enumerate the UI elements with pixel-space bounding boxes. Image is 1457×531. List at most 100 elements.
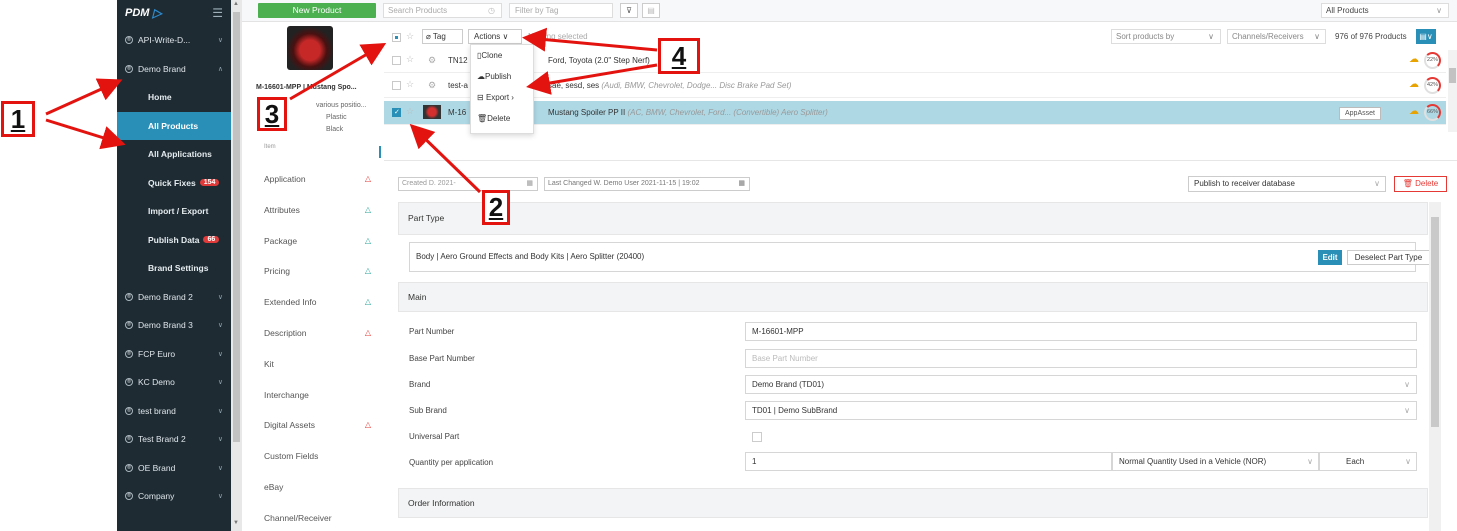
- star-icon[interactable]: ☆: [406, 79, 414, 90]
- tab-channel-receiver[interactable]: Channel/Receiver: [242, 503, 379, 531]
- chevron-down-icon[interactable]: ∨: [218, 36, 223, 44]
- tab-description[interactable]: Description △: [242, 318, 379, 348]
- sidebar-item-company[interactable]: ® Company ∨: [117, 482, 231, 511]
- detail-scrollbar[interactable]: [1429, 202, 1441, 531]
- chevron-down-icon[interactable]: ∨: [218, 464, 223, 472]
- sidebar-item-kc-demo[interactable]: ® KC Demo ∨: [117, 368, 231, 397]
- sidebar-item-all-applications[interactable]: All Applications: [117, 140, 231, 169]
- quantity-type-select[interactable]: Normal Quantity Used in a Vehicle (NOR) ∨: [1112, 452, 1319, 471]
- sidebar-scroll-thumb[interactable]: [233, 12, 240, 442]
- actions-button[interactable]: Actions ∨: [468, 29, 522, 44]
- list-scroll-thumb[interactable]: [1449, 68, 1456, 83]
- chevron-down-icon[interactable]: ∨: [218, 378, 223, 386]
- cloud-icon[interactable]: ☁: [1409, 79, 1419, 90]
- pdm-logo[interactable]: PDM ▷: [125, 6, 162, 20]
- new-product-button[interactable]: New Product: [258, 3, 376, 18]
- chevron-down-icon[interactable]: ∨: [218, 435, 223, 443]
- sidebar-item-import-export[interactable]: Import / Export: [117, 197, 231, 226]
- tab-extended-info[interactable]: Extended Info △: [242, 287, 379, 317]
- tab-item[interactable]: Item: [242, 141, 379, 153]
- cloud-icon[interactable]: ☁: [1409, 54, 1419, 65]
- product-row[interactable]: ☆ ⚙ TN12 Ford, Toyota (2.0" Step Nerf) ☁ 22%: [384, 49, 1446, 73]
- search-products-input[interactable]: Search Products ◷: [383, 3, 502, 18]
- part-number-input[interactable]: M-16601-MPP: [745, 322, 1417, 341]
- history-icon[interactable]: ◷: [488, 4, 495, 17]
- row-checkbox[interactable]: [392, 81, 401, 90]
- row-checkbox[interactable]: [392, 56, 401, 65]
- sidebar-item-oe-brand[interactable]: ® OE Brand ∨: [117, 454, 231, 483]
- sidebar-item-publish-data[interactable]: Publish Data 66: [117, 226, 231, 255]
- filter-by-tag-input[interactable]: Filter by Tag: [509, 3, 613, 18]
- menu-item-publish[interactable]: ☁Publish: [471, 66, 533, 87]
- tab-custom-fields[interactable]: Custom Fields: [242, 441, 379, 471]
- sidebar-item-fcp-euro[interactable]: ® FCP Euro ∨: [117, 340, 231, 369]
- product-row[interactable]: ☆ M-16 Mustang Spoiler PP II (AC, BMW, Che…: [384, 101, 1446, 125]
- sidebar-item-demo-brand-2[interactable]: ® Demo Brand 2 ∨: [117, 283, 231, 312]
- sidebar-item-demo-brand[interactable]: ® Demo Brand ∧: [117, 55, 231, 84]
- chevron-down-icon[interactable]: ∨: [218, 321, 223, 329]
- universal-part-checkbox[interactable]: [752, 432, 762, 442]
- tab-digital-assets[interactable]: Digital Assets △: [242, 410, 379, 440]
- edit-part-type-button[interactable]: Edit: [1318, 250, 1342, 265]
- deselect-part-type-button[interactable]: Deselect Part Type: [1347, 250, 1430, 265]
- menu-item-clone[interactable]: ▯Clone: [471, 45, 533, 66]
- product-thumbnail[interactable]: [423, 105, 441, 119]
- tab-pricing[interactable]: Pricing △: [242, 256, 379, 286]
- publish-target-select[interactable]: Publish to receiver database ∨: [1188, 176, 1386, 192]
- tab-interchange[interactable]: Interchange: [242, 380, 379, 410]
- scroll-up-icon[interactable]: ▲: [233, 1, 239, 7]
- chevron-down-icon[interactable]: ∨: [218, 350, 223, 358]
- list-view-button[interactable]: ▤∨: [1416, 29, 1436, 44]
- calendar-icon[interactable]: ▦: [526, 178, 533, 190]
- all-products-select[interactable]: All Products ∨: [1321, 3, 1449, 18]
- tab-attributes[interactable]: Attributes △: [242, 195, 379, 225]
- saved-filter-icon[interactable]: ▤: [642, 3, 660, 18]
- sub-brand-select[interactable]: TD01 | Demo SubBrand ∨: [745, 401, 1417, 420]
- product-row[interactable]: ☆ ⚙ test-a sae, sesd, ses (Audi, BMW, Chevr…: [384, 74, 1446, 98]
- app-asset-badge[interactable]: AppAsset: [1339, 107, 1381, 120]
- tag-button[interactable]: ⌀ Tag: [422, 29, 463, 44]
- detail-scroll-thumb[interactable]: [1431, 217, 1439, 427]
- product-image[interactable]: [287, 26, 333, 70]
- tab-ebay[interactable]: eBay: [242, 472, 379, 502]
- brand-select[interactable]: Demo Brand (TD01) ∨: [745, 375, 1417, 394]
- quantity-unit-select[interactable]: Each ∨: [1319, 452, 1417, 471]
- select-all-checkbox[interactable]: [392, 33, 401, 42]
- quantity-input[interactable]: 1: [745, 452, 1112, 471]
- scroll-down-icon[interactable]: ▼: [233, 520, 239, 526]
- chevron-up-icon[interactable]: ∧: [218, 65, 223, 73]
- sidebar-item-api-write-d[interactable]: ® API-Write-D... ∨: [117, 26, 231, 55]
- sidebar-item-home[interactable]: Home: [117, 83, 231, 112]
- menu-item-delete[interactable]: 🗑Delete: [471, 108, 533, 129]
- sidebar-item-label: Publish Data: [148, 234, 200, 245]
- sidebar-item-test-brand-2[interactable]: ® Test Brand 2 ∨: [117, 425, 231, 454]
- sidebar-item-test-brand[interactable]: ® test brand ∨: [117, 397, 231, 426]
- tab-package[interactable]: Package △: [242, 226, 379, 256]
- completion-indicator: 22%: [1424, 52, 1441, 69]
- chevron-down-icon[interactable]: ∨: [218, 407, 223, 415]
- cloud-icon[interactable]: ☁: [1409, 106, 1419, 117]
- chevron-down-icon[interactable]: ∨: [218, 293, 223, 301]
- star-icon[interactable]: ☆: [406, 54, 414, 65]
- tab-application[interactable]: Application △: [242, 164, 379, 194]
- channels-receivers-select[interactable]: Channels/Receivers ∨: [1227, 29, 1326, 44]
- list-scrollbar[interactable]: [1448, 50, 1457, 132]
- menu-item-export[interactable]: ⊟ Export ›: [471, 87, 533, 108]
- sidebar-item-all-products[interactable]: All Products: [117, 111, 231, 140]
- sidebar-scrollbar[interactable]: ▲ ▼: [231, 0, 242, 531]
- star-icon[interactable]: ☆: [406, 106, 414, 117]
- sidebar-item-quick-fixes[interactable]: Quick Fixes 154: [117, 169, 231, 198]
- chevron-down-icon[interactable]: ∨: [218, 492, 223, 500]
- star-filter-icon[interactable]: ☆: [406, 31, 414, 42]
- base-part-number-input[interactable]: Base Part Number: [745, 349, 1417, 368]
- calendar-icon[interactable]: ▦: [738, 178, 745, 190]
- sidebar-item-demo-brand-3[interactable]: ® Demo Brand 3 ∨: [117, 311, 231, 340]
- sidebar-item-brand-settings[interactable]: Brand Settings: [117, 254, 231, 283]
- menu-collapse-icon[interactable]: ☰: [212, 6, 223, 20]
- warning-icon: △: [364, 204, 371, 214]
- row-checkbox[interactable]: [392, 108, 401, 117]
- filter-icon[interactable]: ⊽: [620, 3, 638, 18]
- delete-button[interactable]: 🗑 Delete: [1394, 176, 1447, 192]
- tab-kit[interactable]: Kit: [242, 349, 379, 379]
- sort-products-select[interactable]: Sort products by ∨: [1111, 29, 1221, 44]
